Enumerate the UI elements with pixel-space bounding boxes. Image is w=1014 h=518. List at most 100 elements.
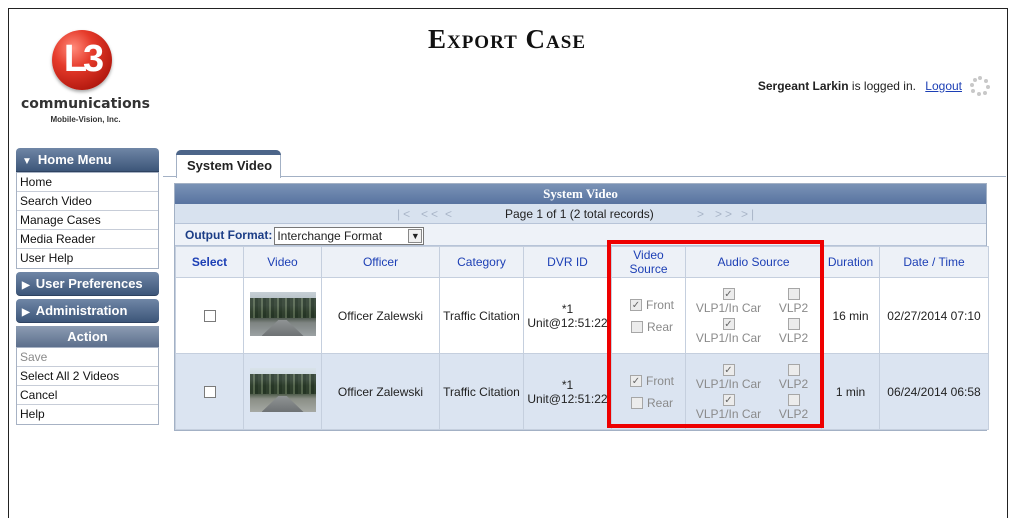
audio-checkbox — [722, 363, 735, 376]
action-item-select-all[interactable]: Select All 2 Videos — [17, 367, 158, 386]
rear-source-checkbox — [630, 397, 643, 410]
dvr-id-line1: *1 — [561, 301, 574, 316]
logo-subtitle: Mobile-Vision, Inc. — [50, 115, 121, 124]
dvr-id-cell: *1 Unit@12:51:22 — [523, 353, 612, 430]
audio-source-cell: VLP1/In Car VLP2 VLP1/In Car VLP2 — [685, 353, 822, 430]
select-cell — [175, 353, 244, 430]
front-source-label: Front — [645, 373, 674, 388]
audio-checkbox — [787, 393, 800, 406]
date-time-cell: 02/27/2014 07:10 — [879, 277, 989, 354]
front-source-label: Front — [645, 297, 674, 312]
video-table: Select Video Officer Category DVR ID Vid… — [175, 246, 989, 430]
audio-checkbox — [787, 287, 800, 300]
prev-page-group-button[interactable]: << — [421, 204, 441, 224]
row-select-checkbox[interactable] — [203, 310, 216, 323]
administration-header[interactable]: ▶ Administration — [16, 299, 159, 323]
select-cell — [175, 277, 244, 354]
system-video-grid: System Video |< << < Page 1 of 1 (2 tota… — [174, 183, 989, 431]
output-format-row: Output Format: Interchange Format ▼ — [175, 224, 986, 246]
home-menu-label: Home Menu — [37, 152, 112, 167]
rear-source-checkbox — [630, 321, 643, 334]
pager: |< << < Page 1 of 1 (2 total records) > … — [175, 204, 986, 224]
column-header-select[interactable]: Select — [175, 246, 244, 278]
column-header-video[interactable]: Video — [243, 246, 322, 278]
administration-label: Administration — [35, 303, 128, 318]
audio-label: VLP1/In Car — [695, 300, 762, 315]
home-menu-header[interactable]: ▼ Home Menu — [16, 148, 159, 172]
column-header-officer[interactable]: Officer — [321, 246, 440, 278]
audio-label: VLP2 — [778, 406, 809, 421]
login-status: Sergeant Larkin is logged in. Logout — [758, 79, 962, 93]
audio-source-cell: VLP1/In Car VLP2 VLP1/In Car VLP2 — [685, 277, 822, 354]
logout-link[interactable]: Logout — [925, 79, 962, 93]
dvr-id-line2: Unit@12:51:22 — [527, 315, 608, 330]
page-title: Export Case — [427, 24, 587, 54]
audio-label: VLP2 — [778, 330, 809, 345]
column-header-dvr-id[interactable]: DVR ID — [523, 246, 612, 278]
audio-checkbox — [787, 317, 800, 330]
sidebar-item-media-reader[interactable]: Media Reader — [17, 230, 158, 249]
column-header-video-source[interactable]: Video Source — [611, 246, 686, 278]
audio-checkbox — [787, 363, 800, 376]
officer-cell: Officer Zalewski — [321, 353, 440, 430]
column-header-duration[interactable]: Duration — [821, 246, 880, 278]
tab-system-video[interactable]: System Video — [176, 150, 281, 178]
category-cell: Traffic Citation — [439, 277, 524, 354]
output-format-value: Interchange Format — [277, 228, 383, 243]
rear-source-label: Rear — [646, 395, 673, 410]
user-preferences-label: User Preferences — [35, 276, 143, 291]
last-page-button[interactable]: >| — [741, 204, 757, 224]
sidebar-item-manage-cases[interactable]: Manage Cases — [17, 211, 158, 230]
column-header-date-time[interactable]: Date / Time — [879, 246, 989, 278]
home-menu-list: Home Search Video Manage Cases Media Rea… — [16, 172, 159, 269]
dvr-id-line2: Unit@12:51:22 — [527, 391, 608, 406]
sidebar-item-home[interactable]: Home — [17, 173, 158, 192]
video-source-cell: Front Rear — [611, 277, 686, 354]
action-item-help[interactable]: Help — [17, 405, 158, 424]
sidebar-item-search-video[interactable]: Search Video — [17, 192, 158, 211]
action-item-cancel[interactable]: Cancel — [17, 386, 158, 405]
officer-cell: Officer Zalewski — [321, 277, 440, 354]
prev-page-button[interactable]: < — [445, 204, 455, 224]
category-cell: Traffic Citation — [439, 353, 524, 430]
column-header-category[interactable]: Category — [439, 246, 524, 278]
user-preferences-header[interactable]: ▶ User Preferences — [16, 272, 159, 296]
loading-spinner-icon — [970, 76, 990, 96]
next-page-button[interactable]: > — [697, 204, 707, 224]
column-header-audio-source[interactable]: Audio Source — [685, 246, 822, 278]
audio-label: VLP2 — [778, 300, 809, 315]
audio-label: VLP1/In Car — [695, 330, 762, 345]
first-page-button[interactable]: |< — [397, 204, 413, 224]
duration-cell: 16 min — [821, 277, 880, 354]
date-time-cell: 06/24/2014 06:58 — [879, 353, 989, 430]
sidebar-item-user-help[interactable]: User Help — [17, 249, 158, 268]
logged-in-user: Sergeant Larkin — [757, 79, 849, 93]
pager-info: Page 1 of 1 (2 total records) — [505, 207, 654, 221]
login-suffix: is logged in. — [851, 79, 916, 93]
dvr-id-line1: *1 — [561, 377, 574, 392]
video-cell — [243, 277, 322, 354]
action-header: Action — [16, 326, 159, 347]
table-header-row: Select Video Officer Category DVR ID Vid… — [175, 246, 989, 278]
video-thumbnail[interactable] — [249, 292, 316, 336]
row-select-checkbox[interactable] — [203, 386, 216, 399]
chevron-down-icon: ▼ — [408, 228, 423, 243]
video-source-cell: Front Rear — [611, 353, 686, 430]
caret-right-icon: ▶ — [22, 307, 30, 318]
caret-right-icon: ▶ — [22, 280, 30, 291]
audio-label: VLP2 — [778, 376, 809, 391]
audio-label: VLP1/In Car — [695, 376, 762, 391]
audio-checkbox — [722, 317, 735, 330]
output-format-select[interactable]: Interchange Format ▼ — [274, 226, 425, 245]
rear-source-label: Rear — [646, 319, 673, 334]
logo-name: communications — [21, 96, 150, 112]
next-page-group-button[interactable]: >> — [715, 204, 735, 224]
action-menu-list: Save Select All 2 Videos Cancel Help — [16, 347, 159, 425]
audio-checkbox — [722, 393, 735, 406]
video-thumbnail[interactable] — [249, 368, 316, 412]
action-item-save: Save — [17, 348, 158, 367]
grid-title: System Video — [175, 184, 986, 204]
caret-down-icon: ▼ — [22, 156, 32, 167]
front-source-checkbox — [629, 299, 642, 312]
output-format-label: Output Format: — [185, 228, 273, 242]
